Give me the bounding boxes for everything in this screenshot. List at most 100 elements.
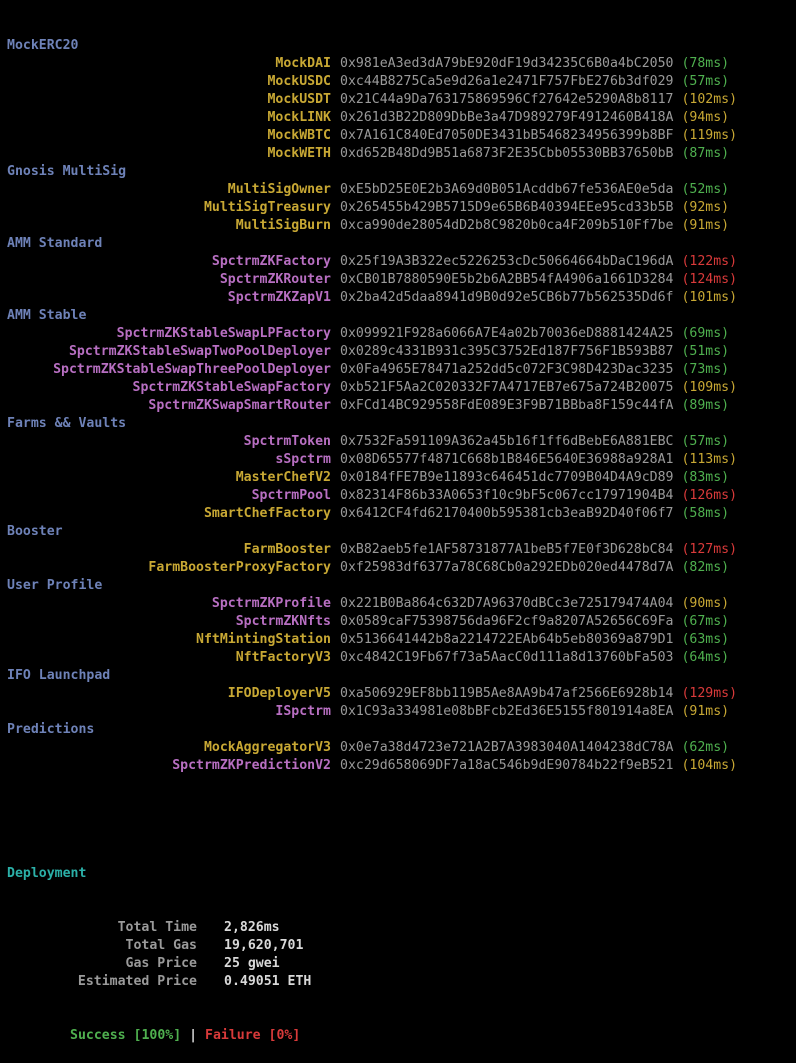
contract-row: sSpctrm 0x08D65577f4871C668b1B846E5640E36… (7, 451, 796, 469)
deploy-time: (57ms) (681, 434, 730, 449)
contract-name: MockUSDC (267, 74, 331, 89)
contract-address: 0x6412CF4fd62170400b595381cb3eaB92D40f06… (340, 506, 674, 521)
contract-address: 0x0289c4331B931c395C3752Ed187F756F1B593B… (340, 344, 674, 359)
deployment-result: Success [100%] | Failure [0%] (7, 1027, 796, 1045)
contract-name: FarmBoosterProxyFactory (148, 560, 331, 575)
stat-value: 0.49051 ETH (224, 974, 312, 989)
contract-address: 0xc29d658069DF7a18aC546b9dE90784b22f9eB5… (340, 758, 674, 773)
contract-row: SpctrmZKProfile 0x221B0Ba864c632D7A96370d… (7, 595, 796, 613)
deploy-time: (69ms) (681, 326, 730, 341)
contract-row: MasterChefV2 0x0184fFE7B9e11893c646451dc7… (7, 469, 796, 487)
contract-address: 0x0184fFE7B9e11893c646451dc7709B04D4A9cD… (340, 470, 674, 485)
contract-row: MockUSDC 0xc44B8275Ca5e9d26a1e2471F757FbE… (7, 73, 796, 91)
contract-address: 0x0e7a38d4723e721A2B7A3983040A1404238dC7… (340, 740, 674, 755)
contract-address: 0xB82aeb5fe1AF58731877A1beB5f7E0f3D628bC… (340, 542, 674, 557)
contract-address: 0x261d3B22D809DbBe3a47D989279F4912460B41… (340, 110, 674, 125)
contract-name: SpctrmZKZapV1 (227, 290, 331, 305)
deploy-time: (119ms) (681, 128, 738, 143)
contract-row: SpctrmZKPredictionV2 0xc29d658069DF7a18aC… (7, 757, 796, 775)
contract-name: SpctrmZKRouter (219, 272, 331, 287)
contract-name: SpctrmZKStableSwapLPFactory (116, 326, 331, 341)
contract-row: SpctrmZKZapV1 0x2ba42d5daa8941d9B0d92e5CB… (7, 289, 796, 307)
stat-label: Total Time (117, 920, 197, 935)
stat-label: Gas Price (125, 956, 197, 971)
contract-name: FarmBooster (243, 542, 331, 557)
contract-row: MockUSDT 0x21C44a9Da763175869596Cf27642e5… (7, 91, 796, 109)
stat-row: Estimated Price 0.49051 ETH (7, 973, 796, 991)
contract-name: SpctrmZKStableSwapFactory (132, 380, 332, 395)
contract-address: 0xf25983df6377a78C68Cb0a292EDb020ed4478d… (340, 560, 674, 575)
contract-row: MultiSigBurn 0xca990de28054dD2b8C9820b0ca… (7, 217, 796, 235)
failure-summary: Failure [0%] (205, 1028, 301, 1043)
contract-name: MultiSigTreasury (203, 200, 331, 215)
contract-name: SpctrmZKNfts (235, 614, 331, 629)
stat-value: 2,826ms (224, 920, 280, 935)
contract-address: 0x0589caF75398756da96F2cf9a8207A52656C69… (340, 614, 674, 629)
deploy-time: (124ms) (681, 272, 738, 287)
contract-address: 0x25f19A3B322ec5226253cDc50664664bDaC196… (340, 254, 674, 269)
contract-row: SpctrmZKFactory 0x25f19A3B322ec5226253cDc… (7, 253, 796, 271)
deploy-time: (90ms) (681, 596, 730, 611)
contract-address: 0x5136641442b8a2214722EAb64b5eb80369a879… (340, 632, 674, 647)
deploy-time: (63ms) (681, 632, 730, 647)
contract-row: MockAggregatorV3 0x0e7a38d4723e721A2B7A39… (7, 739, 796, 757)
section-title: IFO Launchpad (7, 668, 111, 683)
contract-row: SpctrmToken 0x7532Fa591109A362a45b16f1ff6… (7, 433, 796, 451)
contract-name: NftFactoryV3 (235, 650, 331, 665)
deploy-time: (64ms) (681, 650, 730, 665)
result-separator: | (189, 1028, 198, 1043)
deploy-time: (91ms) (681, 218, 730, 233)
contract-address: 0x981eA3ed3dA79bE920dF19d34235C6B0a4bC20… (340, 56, 674, 71)
section-title: Predictions (7, 722, 95, 737)
contract-address: 0x7532Fa591109A362a45b16f1ff6dBebE6A881E… (340, 434, 674, 449)
deploy-time: (113ms) (681, 452, 738, 467)
contract-name: MockWETH (267, 146, 331, 161)
contract-address: 0x265455b429B5715D9e65B6B40394EEe95cd33b… (340, 200, 674, 215)
contract-address: 0x08D65577f4871C668b1B846E5640E36988a928… (340, 452, 674, 467)
stat-label: Total Gas (125, 938, 197, 953)
stat-row: Total Time 2,826ms (7, 919, 796, 937)
contract-address: 0xa506929EF8bb119B5Ae8AA9b47af2566E6928b… (340, 686, 674, 701)
deployment-title: Deployment (7, 866, 87, 881)
contract-name: MockUSDT (267, 92, 331, 107)
contract-address: 0xE5bD25E0E2b3A69d0B051Acddb67fe536AE0e5… (340, 182, 674, 197)
contract-row: SpctrmZKStableSwapFactory 0xb521F5Aa2C020… (7, 379, 796, 397)
contract-address: 0x2ba42d5daa8941d9B0d92e5CB6b77b562535Dd… (340, 290, 674, 305)
contract-name: SpctrmZKFactory (211, 254, 331, 269)
section-title: Booster (7, 524, 63, 539)
deploy-time: (101ms) (681, 290, 738, 305)
terminal-output: MockERC20 MockDAI 0x981eA3ed3dA79bE920dF19… (0, 0, 796, 1063)
deploy-time: (78ms) (681, 56, 730, 71)
contract-row: FarmBooster 0xB82aeb5fe1AF58731877A1beB5f… (7, 541, 796, 559)
contract-name: NftMintingStation (196, 632, 331, 647)
contract-address: 0x7A161C840Ed7050DE3431bB5468234956399b8… (340, 128, 674, 143)
contract-row: SpctrmZKStableSwapThreePoolDeployer 0x0Fa… (7, 361, 796, 379)
stat-label: Estimated Price (77, 974, 197, 989)
section-title: Farms && Vaults (7, 416, 127, 431)
contract-name: IFODeployerV5 (227, 686, 331, 701)
contract-row: NftFactoryV3 0xc4842C19Fb67f73a5AacC0d111… (7, 649, 796, 667)
contract-address: 0xca990de28054dD2b8C9820b0ca4F209b510Ff7… (340, 218, 674, 233)
deploy-time: (52ms) (681, 182, 730, 197)
contract-name: SpctrmZKProfile (211, 596, 331, 611)
contract-address: 0xFCd14BC929558FdE089E3F9B71BBba8F159c44… (340, 398, 674, 413)
deploy-time: (127ms) (681, 542, 738, 557)
contract-address: 0x1C93a334981e08bBFcb2Ed36E5155f801914a8… (340, 704, 674, 719)
deploy-time: (57ms) (681, 74, 730, 89)
stat-value: 25 gwei (224, 956, 280, 971)
contract-row: SpctrmZKSwapSmartRouter 0xFCd14BC929558Fd… (7, 397, 796, 415)
deploy-time: (58ms) (681, 506, 730, 521)
contract-name: sSpctrm (275, 452, 331, 467)
stat-value: 19,620,701 (224, 938, 304, 953)
deploy-time: (91ms) (681, 704, 730, 719)
deploy-time: (104ms) (681, 758, 738, 773)
deploy-time: (122ms) (681, 254, 738, 269)
contract-row: MockDAI 0x981eA3ed3dA79bE920dF19d34235C6B… (7, 55, 796, 73)
deploy-time: (67ms) (681, 614, 730, 629)
deploy-time: (94ms) (681, 110, 730, 125)
deploy-time: (87ms) (681, 146, 730, 161)
contract-row: NftMintingStation 0x5136641442b8a2214722E… (7, 631, 796, 649)
contract-row: MockWETH 0xd652B48Dd9B51a6873F2E35Cbb0553… (7, 145, 796, 163)
contract-row: MultiSigTreasury 0x265455b429B5715D9e65B6… (7, 199, 796, 217)
deploy-time: (82ms) (681, 560, 730, 575)
